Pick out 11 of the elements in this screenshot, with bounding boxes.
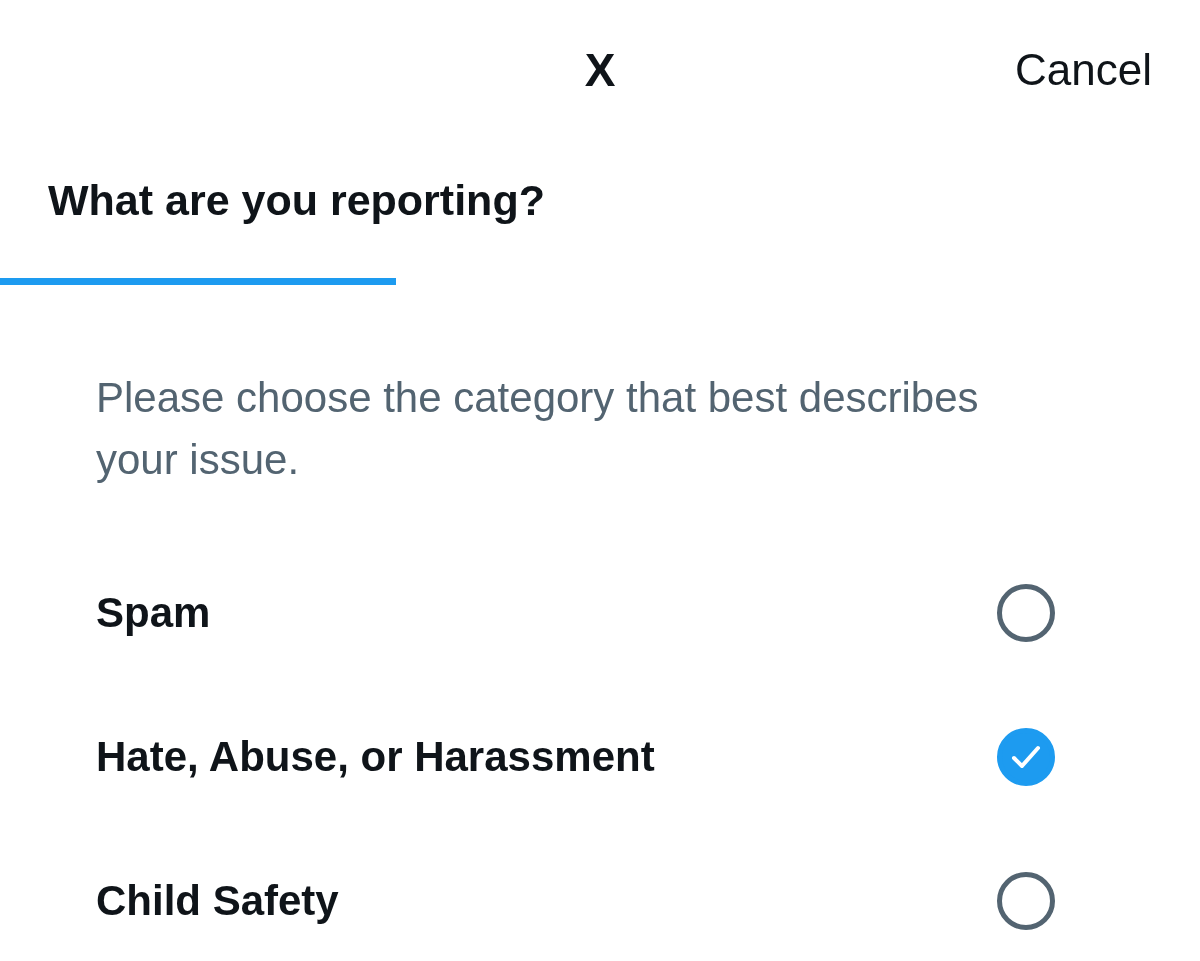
option-label[interactable]: Spam xyxy=(96,589,211,637)
check-icon xyxy=(1011,745,1041,769)
page-title: What are you reporting? xyxy=(48,176,545,224)
radio-button[interactable] xyxy=(997,584,1055,642)
description-text: Please choose the category that best describes your issue. xyxy=(96,373,980,485)
app-logo: X xyxy=(584,44,616,96)
option-label[interactable]: Child Safety xyxy=(96,877,339,925)
cancel-button[interactable]: Cancel xyxy=(1015,44,1152,96)
radio-button[interactable] xyxy=(997,872,1055,930)
option-label[interactable]: Hate, Abuse, or Harassment xyxy=(96,733,655,781)
radio-button[interactable] xyxy=(997,728,1055,786)
